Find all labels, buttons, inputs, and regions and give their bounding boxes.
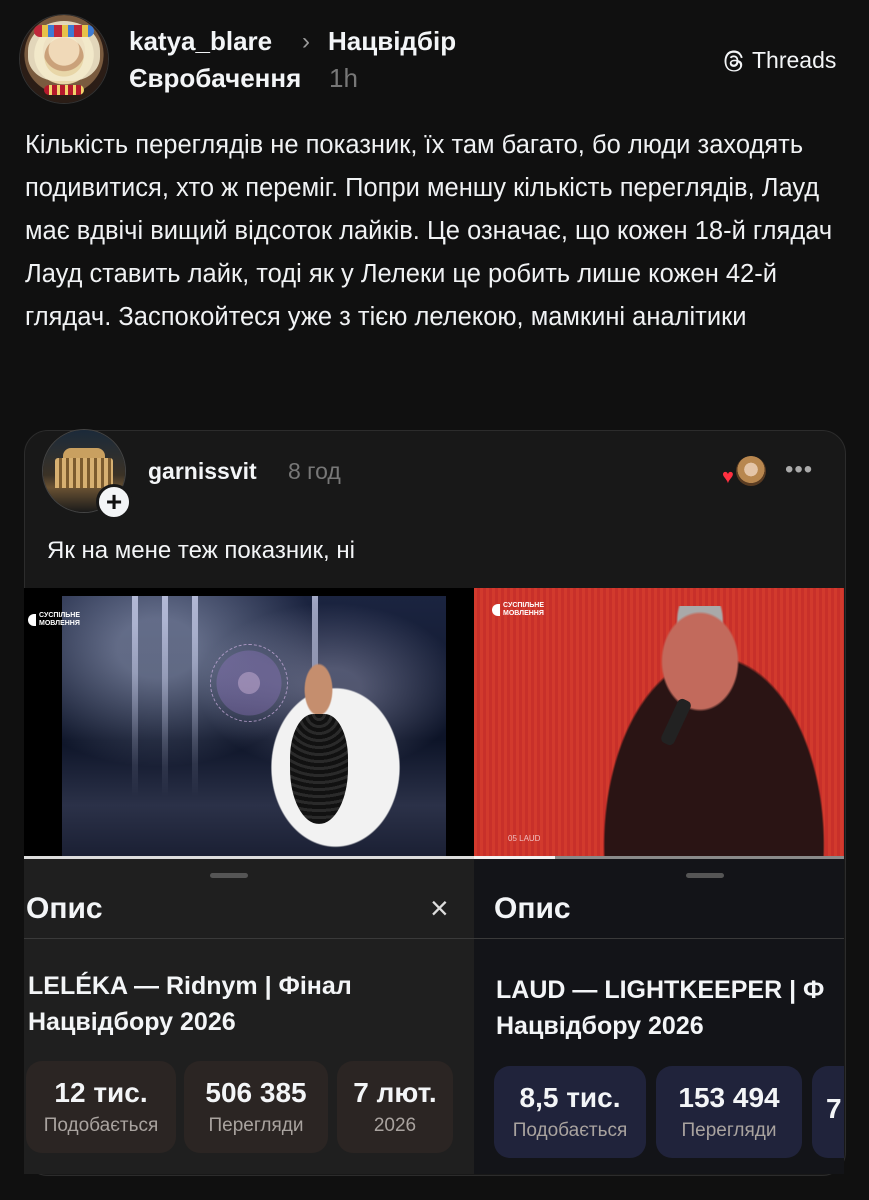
screenshot-left[interactable]: СУСПІЛЬНЕ МОВЛЕННЯ Опис × LELÉKA — Ridny…	[24, 588, 474, 1174]
quoted-post-text: Як на мене теж показник, ні	[47, 537, 355, 564]
threads-logo: Threads	[722, 47, 836, 74]
quoted-post-time: 8 год	[288, 458, 341, 484]
video-player-right[interactable]: СУСПІЛЬНЕ МОВЛЕННЯ 05 LAUD	[474, 588, 844, 859]
likes-stat: 8,5 тис. Подобається	[494, 1066, 646, 1158]
heart-icon: ♥	[722, 466, 734, 488]
stat-label: Подобається	[43, 1115, 159, 1136]
logo-line1: СУСПІЛЬНЕ	[503, 602, 545, 609]
follow-plus-button[interactable]: +	[96, 484, 132, 520]
progress-fill	[474, 856, 556, 859]
stat-value: 8,5 тис.	[519, 1082, 621, 1113]
threads-icon	[724, 50, 743, 71]
community-name[interactable]: Нацвідбір	[328, 26, 456, 57]
author-username[interactable]: katya_blare	[129, 26, 272, 57]
logo-line1: СУСПІЛЬНЕ	[39, 612, 81, 619]
video-progress-left[interactable]	[24, 856, 474, 859]
stat-label: Подобається	[512, 1120, 628, 1141]
logo-mark	[28, 614, 36, 626]
video-progress-right[interactable]	[474, 856, 844, 859]
video-title-line1: LAUD — LIGHTKEEPER | Ф	[496, 976, 825, 1004]
divider	[24, 938, 474, 939]
logo-mark	[492, 604, 500, 616]
stat-value: 153 494	[678, 1082, 780, 1113]
logo-line2: МОВЛЕННЯ	[503, 610, 544, 617]
performer-label: 05 LAUD	[508, 834, 541, 843]
stat-value: 7 лют.	[353, 1077, 437, 1108]
drag-handle[interactable]	[686, 873, 724, 878]
likes-stat: 12 тис. Подобається	[26, 1061, 176, 1153]
broadcaster-logo: СУСПІЛЬНЕ МОВЛЕННЯ	[28, 612, 80, 628]
stage-scene	[62, 596, 446, 858]
avatar-flower-wreath	[34, 25, 94, 37]
stat-value: 12 тис.	[54, 1077, 148, 1108]
panel-title: Опис	[26, 892, 103, 925]
liker-avatar	[736, 456, 766, 486]
views-stat: 506 385 Перегляди	[184, 1061, 328, 1153]
avatar-beads	[44, 85, 84, 95]
threads-brand-label: Threads	[752, 47, 837, 73]
quoted-author-username[interactable]: garnissvit	[148, 458, 257, 485]
singer-figure	[574, 606, 844, 858]
divider	[474, 938, 844, 939]
date-stat: 7	[812, 1066, 844, 1158]
post-time: 1h	[329, 63, 358, 93]
light-beam	[132, 596, 138, 796]
light-beam	[192, 596, 198, 796]
date-stat: 7 лют. 2026	[337, 1061, 453, 1153]
stat-label: 2026	[373, 1115, 417, 1136]
video-player-left[interactable]: СУСПІЛЬНЕ МОВЛЕННЯ	[24, 588, 474, 859]
stat-value: 506 385	[205, 1077, 307, 1108]
light-beam	[162, 596, 168, 796]
views-stat: 153 494 Перегляди	[656, 1066, 802, 1158]
screenshot-right[interactable]: СУСПІЛЬНЕ МОВЛЕННЯ 05 LAUD Опис LAUD — L…	[474, 588, 844, 1174]
more-options-icon[interactable]: •••	[785, 456, 813, 484]
avatar-building	[55, 458, 113, 488]
video-title-line1: LELÉKA — Ridnym | Фінал	[28, 972, 352, 1000]
video-title-line2: Нацвідбору 2026	[496, 1012, 704, 1040]
panel-title: Опис	[494, 892, 571, 925]
author-avatar[interactable]	[20, 15, 108, 103]
video-title-line2: Нацвідбору 2026	[28, 1008, 236, 1036]
stat-label: Перегляди	[681, 1120, 777, 1141]
drag-handle[interactable]	[210, 873, 248, 878]
stat-label: Перегляди	[208, 1115, 304, 1136]
logo-line2: МОВЛЕННЯ	[39, 620, 80, 627]
close-icon[interactable]: ×	[430, 890, 449, 927]
broadcaster-logo: СУСПІЛЬНЕ МОВЛЕННЯ	[492, 602, 544, 618]
stat-value: 7	[826, 1093, 842, 1124]
post-body: Кількість переглядів не показник, їх там…	[25, 131, 833, 331]
community-name-continued[interactable]: Євробачення	[129, 63, 301, 94]
progress-fill	[24, 856, 474, 859]
chevron-right-icon: ›	[302, 28, 310, 55]
singer-necklace	[290, 714, 348, 824]
